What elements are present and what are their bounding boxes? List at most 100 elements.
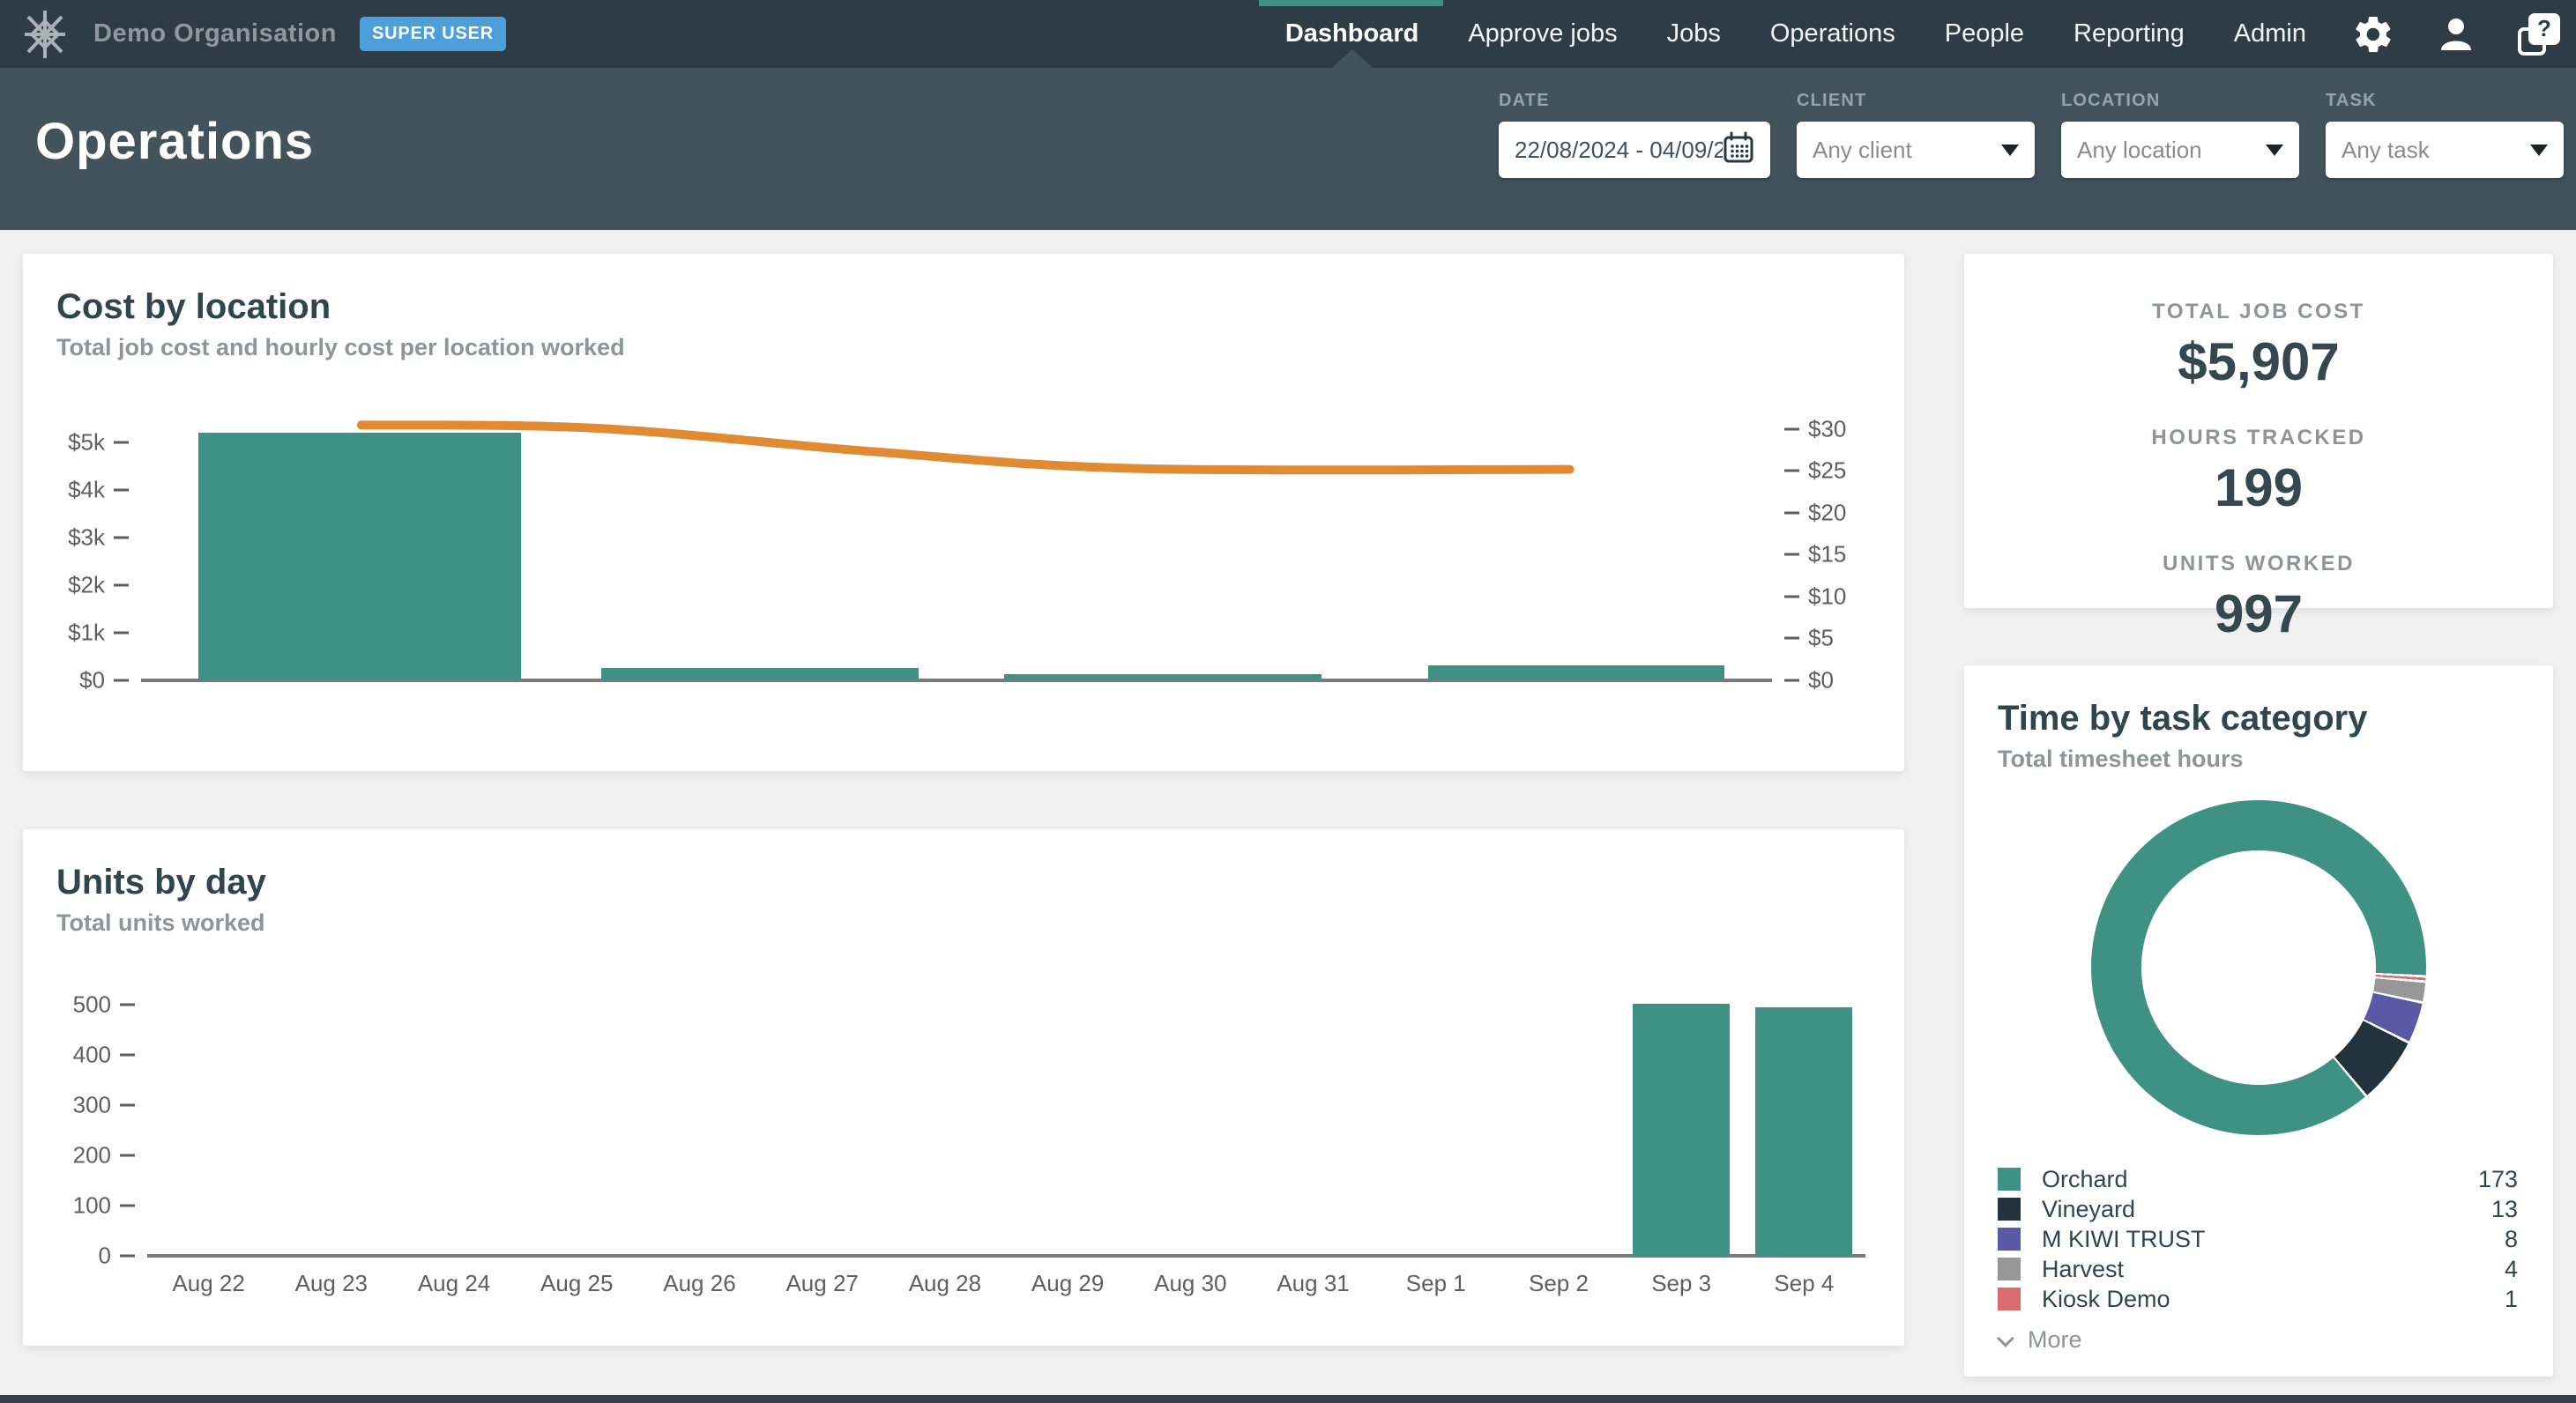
- y-axis-tick-right: $25: [1784, 457, 1846, 485]
- x-axis-label: Aug 25: [540, 1270, 613, 1297]
- nav-item-admin[interactable]: Admin: [2230, 0, 2310, 68]
- nav-item-label: Operations: [1770, 19, 1895, 48]
- units-chart-x-axis: [147, 1254, 1865, 1258]
- date-range-value: 22/08/2024 - 04/09/202: [1515, 137, 1723, 164]
- time-by-task-card: Time by task category Total timesheet ho…: [1964, 665, 2553, 1377]
- summary-stats: TOTAL JOB COST $5,907 HOURS TRACKED 199 …: [1964, 300, 2553, 678]
- nav-item-reporting[interactable]: Reporting: [2070, 0, 2188, 68]
- x-axis-label: Aug 27: [785, 1270, 858, 1297]
- client-select-value: Any client: [1813, 137, 1912, 164]
- units-worked-value: 997: [1964, 583, 2553, 644]
- legend-value: 4: [2505, 1256, 2518, 1283]
- units-bar: [1633, 1004, 1730, 1256]
- nav-item-operations[interactable]: Operations: [1767, 0, 1899, 68]
- cost-card-header: Cost by location Total job cost and hour…: [56, 287, 625, 361]
- top-nav-left: Demo Organisation SUPER USER: [19, 0, 506, 68]
- task-select[interactable]: Any task: [2326, 122, 2564, 178]
- y-axis-tick: 200: [73, 1142, 135, 1169]
- legend-label: Kiosk Demo: [2042, 1286, 2505, 1313]
- y-axis-tick-left: $1k: [68, 620, 129, 647]
- location-filter-group: LOCATION Any location: [2061, 91, 2299, 178]
- legend-value: 173: [2478, 1166, 2518, 1193]
- legend-row-m-kiwi-trust: M KIWI TRUST 8: [1998, 1224, 2518, 1254]
- units-card-header: Units by day Total units worked: [56, 863, 266, 937]
- donut-legend: Orchard 173 Vineyard 13 M KIWI TRUST 8 H…: [1998, 1164, 2518, 1354]
- super-user-badge: SUPER USER: [360, 17, 506, 51]
- more-label: More: [2028, 1326, 2082, 1354]
- user-profile-icon[interactable]: [2437, 15, 2475, 54]
- legend-value: 1: [2505, 1286, 2518, 1313]
- page-header: Operations DATE 22/08/2024 - 04/09/202: [0, 68, 2576, 230]
- date-range-input[interactable]: 22/08/2024 - 04/09/202: [1499, 122, 1770, 178]
- nav-item-label: Dashboard: [1285, 19, 1418, 48]
- help-icon[interactable]: ?: [2518, 13, 2560, 56]
- filter-bar: DATE 22/08/2024 - 04/09/202: [1499, 91, 2564, 178]
- nav-item-jobs[interactable]: Jobs: [1664, 0, 1724, 68]
- legend-label: Harvest: [2042, 1256, 2505, 1283]
- organisation-name: Demo Organisation: [93, 19, 337, 48]
- y-axis-tick-left: $4k: [68, 477, 129, 504]
- calendar-icon[interactable]: [1723, 131, 1754, 169]
- y-axis-tick: 100: [73, 1192, 135, 1220]
- hourly-cost-line: [141, 405, 1772, 680]
- task-category-donut-chart: [2091, 800, 2426, 1135]
- units-chart-plot: 5004003002001000Aug 22Aug 23Aug 24Aug 25…: [147, 1000, 1865, 1256]
- x-axis-label: Aug 24: [418, 1270, 490, 1297]
- nav-item-label: People: [1945, 19, 2024, 48]
- page-title: Operations: [35, 112, 314, 171]
- cost-by-location-card: Cost by location Total job cost and hour…: [23, 254, 1904, 771]
- x-axis-label: Sep 2: [1529, 1270, 1589, 1297]
- location-filter-label: LOCATION: [2061, 91, 2299, 111]
- top-nav-bar: Demo Organisation SUPER USER Dashboard A…: [0, 0, 2576, 68]
- nav-item-label: Approve jobs: [1468, 19, 1617, 48]
- chevron-down-icon: [2001, 145, 2019, 156]
- donut-card-title: Time by task category: [1998, 699, 2367, 739]
- y-axis-tick-right: $30: [1784, 415, 1846, 442]
- hours-tracked-stat: HOURS TRACKED 199: [1964, 426, 2553, 518]
- legend-swatch: [1998, 1168, 2021, 1191]
- location-select[interactable]: Any location: [2061, 122, 2299, 178]
- task-select-value: Any task: [2341, 137, 2430, 164]
- nav-item-label: Jobs: [1667, 19, 1721, 48]
- legend-swatch: [1998, 1258, 2021, 1281]
- x-axis-label: Sep 1: [1406, 1270, 1466, 1297]
- y-axis-tick-right: $20: [1784, 499, 1846, 526]
- legend-row-vineyard: Vineyard 13: [1998, 1194, 2518, 1224]
- chevron-down-icon: [2530, 145, 2548, 156]
- date-filter-group: DATE 22/08/2024 - 04/09/202: [1499, 91, 1770, 178]
- units-card-title: Units by day: [56, 863, 266, 902]
- location-select-value: Any location: [2077, 137, 2202, 164]
- cost-card-title: Cost by location: [56, 287, 625, 327]
- y-axis-tick-left: $3k: [68, 524, 129, 552]
- units-worked-label: UNITS WORKED: [1964, 552, 2553, 576]
- task-filter-label: TASK: [2326, 91, 2564, 111]
- units-worked-stat: UNITS WORKED 997: [1964, 552, 2553, 644]
- donut-card-header: Time by task category Total timesheet ho…: [1998, 699, 2367, 773]
- client-select[interactable]: Any client: [1797, 122, 2035, 178]
- settings-gear-icon[interactable]: [2352, 13, 2394, 56]
- legend-row-harvest: Harvest 4: [1998, 1254, 2518, 1284]
- nav-item-dashboard[interactable]: Dashboard: [1282, 0, 1422, 68]
- y-axis-tick: 500: [73, 991, 135, 1019]
- units-bar: [1755, 1007, 1852, 1256]
- x-axis-label: Aug 30: [1154, 1270, 1226, 1297]
- legend-swatch: [1998, 1228, 2021, 1251]
- x-axis-label: Aug 28: [909, 1270, 981, 1297]
- hours-tracked-value: 199: [1964, 457, 2553, 518]
- nav-item-people[interactable]: People: [1941, 0, 2028, 68]
- client-filter-group: CLIENT Any client: [1797, 91, 2035, 178]
- total-job-cost-value: $5,907: [1964, 331, 2553, 392]
- nav-item-label: Admin: [2234, 19, 2306, 48]
- chevron-down-icon: [2266, 145, 2283, 156]
- legend-row-kiosk-demo: Kiosk Demo 1: [1998, 1284, 2518, 1314]
- legend-more-toggle[interactable]: More: [1998, 1326, 2518, 1354]
- active-tab-pointer: [1332, 49, 1373, 68]
- donut-hole: [2141, 850, 2376, 1085]
- cost-card-subtitle: Total job cost and hourly cost per locat…: [56, 334, 625, 361]
- y-axis-tick-left: $5k: [68, 429, 129, 457]
- legend-row-orchard: Orchard 173: [1998, 1164, 2518, 1194]
- y-axis-tick: 400: [73, 1042, 135, 1069]
- snowflake-logo-icon[interactable]: [19, 9, 71, 60]
- x-axis-label: Aug 29: [1031, 1270, 1104, 1297]
- nav-item-approve-jobs[interactable]: Approve jobs: [1464, 0, 1620, 68]
